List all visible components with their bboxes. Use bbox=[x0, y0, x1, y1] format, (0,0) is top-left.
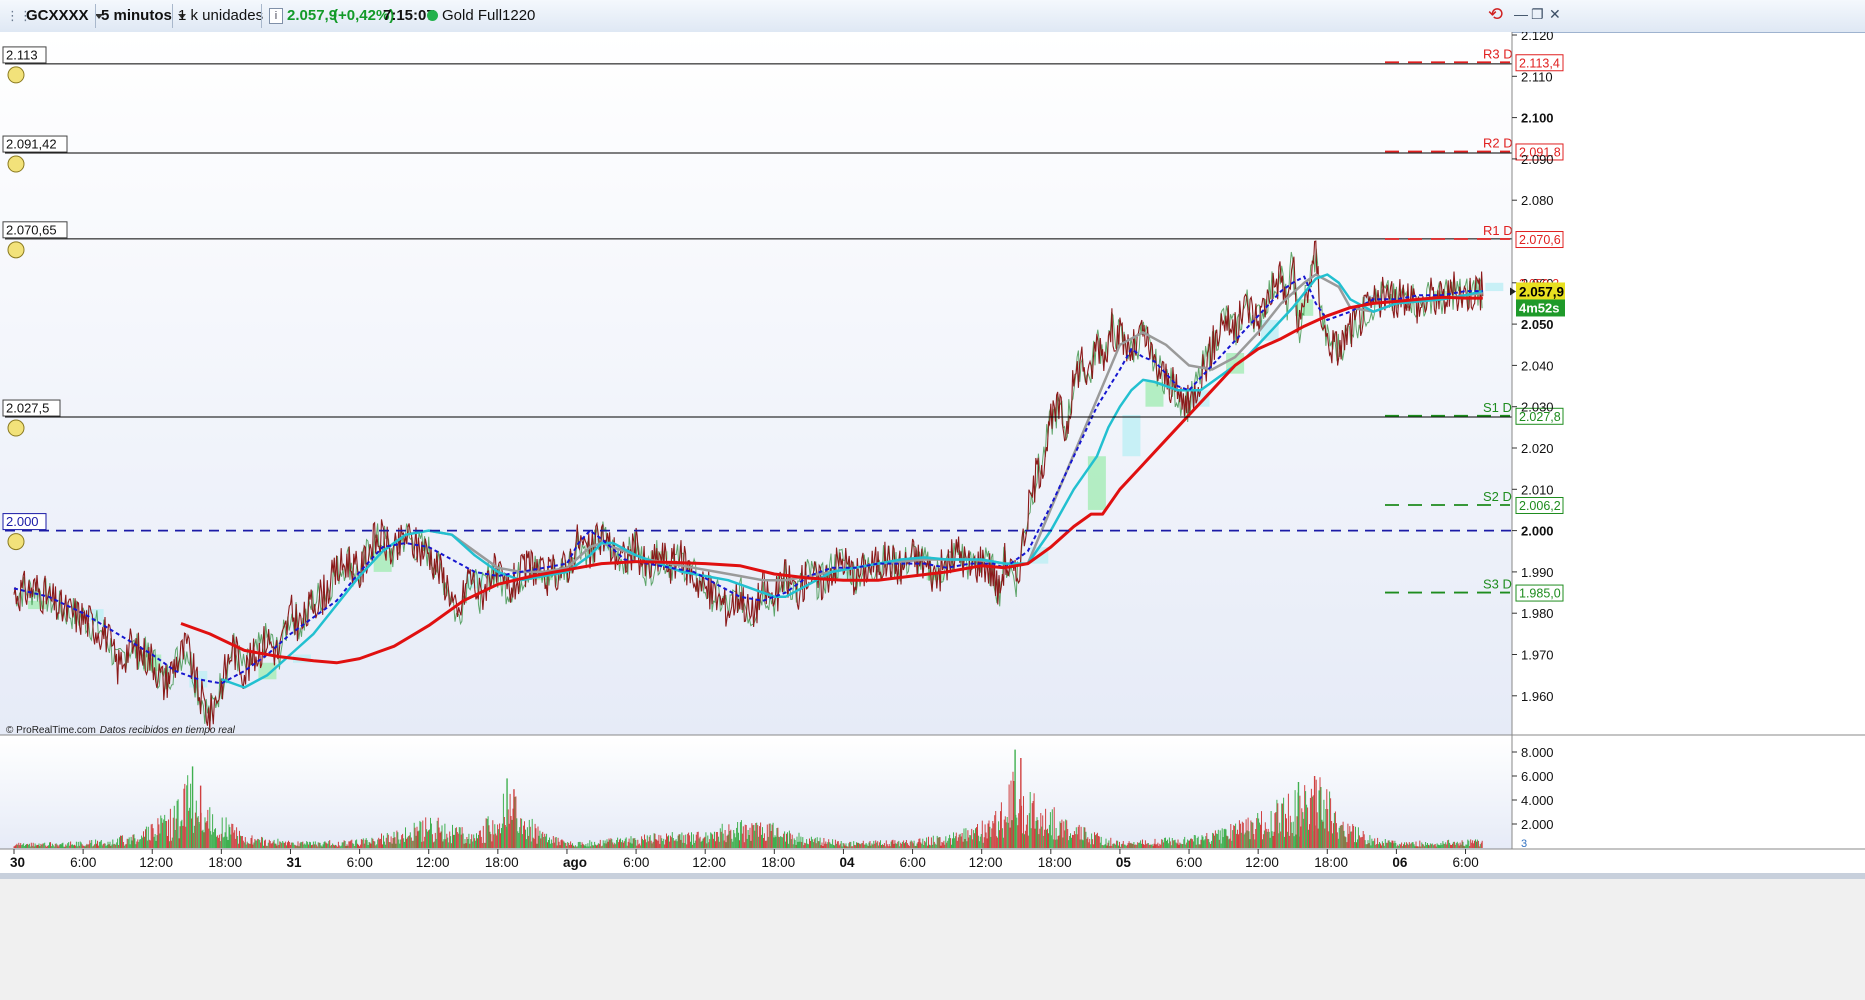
timeframe-selector[interactable]: 5 minutos bbox=[101, 4, 186, 27]
x-tick-label: 06 bbox=[1392, 855, 1408, 870]
bottom-strip bbox=[0, 873, 1865, 1000]
status-dot-icon bbox=[427, 10, 438, 21]
y-tick-label: 1.980 bbox=[1521, 606, 1554, 621]
x-tick-label: 12:00 bbox=[692, 855, 726, 870]
x-tick-label: 6:00 bbox=[70, 855, 96, 870]
timeframe-label: 5 minutos bbox=[101, 7, 172, 24]
volume-partial-tick: 3 bbox=[1521, 838, 1527, 850]
pivot-name: R2 D bbox=[1483, 135, 1513, 150]
bell-alert-icon[interactable] bbox=[7, 155, 25, 173]
cloud-segment bbox=[373, 551, 392, 572]
x-tick-label: 12:00 bbox=[1245, 855, 1279, 870]
cloud-segment bbox=[1145, 381, 1164, 407]
bell-alert-icon[interactable] bbox=[7, 533, 25, 551]
credit-brand: © ProRealTime.com bbox=[6, 725, 96, 736]
horizontal-scrollbar[interactable] bbox=[0, 873, 1865, 879]
pivot-name: R1 D bbox=[1483, 223, 1513, 238]
y-tick-label: 2.010 bbox=[1521, 482, 1554, 497]
y-tick-label: 2.100 bbox=[1521, 111, 1554, 126]
x-tick-label: ago bbox=[563, 855, 587, 870]
y-tick-label: 2.020 bbox=[1521, 441, 1554, 456]
y-tick-label: 2.090 bbox=[1521, 152, 1554, 167]
last-price-badge-label: 2.057,9 bbox=[1519, 284, 1564, 299]
x-tick-label: 6:00 bbox=[900, 855, 926, 870]
x-tick-label: 6:00 bbox=[347, 855, 373, 870]
toolbar: ⋮⋮ GCXXXX 5 minutos 1 k unidades i 2.057… bbox=[0, 0, 1865, 33]
line-label: 2.027,5 bbox=[6, 401, 49, 416]
line-label: 2.070,65 bbox=[6, 222, 57, 237]
feed-name: Gold Full1220 bbox=[442, 7, 536, 24]
x-tick-label: 12:00 bbox=[139, 855, 173, 870]
x-tick-label: 18:00 bbox=[485, 855, 519, 870]
toolbar-divider bbox=[95, 4, 96, 28]
instrument-label: GCXXXX bbox=[26, 7, 89, 24]
bell-alert-icon[interactable] bbox=[7, 241, 25, 259]
restore-icon[interactable]: ❐ bbox=[1531, 6, 1544, 23]
y-tick-label: 2.030 bbox=[1521, 400, 1554, 415]
units-label: 1 k unidades bbox=[178, 7, 264, 24]
pivot-name: S2 D bbox=[1483, 489, 1512, 504]
countdown-label: 4m52s bbox=[1519, 300, 1559, 315]
x-tick-label: 12:00 bbox=[969, 855, 1003, 870]
line-label: 2.091,42 bbox=[6, 137, 57, 152]
volume-y-tick-label: 2.000 bbox=[1521, 817, 1554, 832]
x-tick-label: 18:00 bbox=[208, 855, 242, 870]
x-tick-label: 18:00 bbox=[761, 855, 795, 870]
x-tick-label: 18:00 bbox=[1038, 855, 1072, 870]
x-tick-label: 05 bbox=[1116, 855, 1132, 870]
x-tick-label: 12:00 bbox=[416, 855, 450, 870]
x-tick-label: 30 bbox=[10, 855, 25, 870]
x-tick-label: 31 bbox=[286, 855, 302, 870]
instrument-selector[interactable]: GCXXXX bbox=[26, 4, 103, 27]
bell-alert-icon[interactable] bbox=[7, 66, 25, 84]
price-chart[interactable]: 2.113 2.091,42 2.070,65 2.027,5 2.000 R3 D 2.… bbox=[0, 32, 1865, 1000]
price-panel-bg bbox=[0, 32, 1512, 735]
minimize-icon[interactable]: — bbox=[1514, 6, 1528, 22]
x-tick-label: 18:00 bbox=[1314, 855, 1348, 870]
x-tick-label: 6:00 bbox=[1453, 855, 1479, 870]
volume-y-tick-label: 4.000 bbox=[1521, 793, 1554, 808]
cloud-segment bbox=[1485, 282, 1504, 292]
sync-arrows-icon[interactable]: ⟲ bbox=[1488, 4, 1503, 25]
credit-italic: Datos recibidos en tiempo real bbox=[100, 725, 236, 736]
credit-text: © ProRealTime.com Datos recibidos en tiem… bbox=[6, 725, 236, 736]
units-selector[interactable]: 1 k unidades bbox=[178, 4, 278, 27]
pivot-name: R3 D bbox=[1483, 46, 1513, 61]
info-icon[interactable]: i bbox=[269, 8, 283, 24]
y-tick-label: 2.040 bbox=[1521, 358, 1554, 373]
last-price: 2.057,9 bbox=[287, 7, 338, 24]
close-icon[interactable]: ✕ bbox=[1549, 6, 1561, 23]
volume-y-tick-label: 8.000 bbox=[1521, 745, 1554, 760]
x-tick-label: 04 bbox=[839, 855, 855, 870]
toolbar-divider bbox=[172, 4, 173, 28]
y-tick-label: 2.000 bbox=[1521, 524, 1554, 539]
y-tick-label: 2.120 bbox=[1521, 32, 1554, 43]
pivot-name: S3 D bbox=[1483, 577, 1512, 592]
pivot-name: S1 D bbox=[1483, 400, 1512, 415]
cloud-segment bbox=[1122, 414, 1141, 457]
x-tick-label: 6:00 bbox=[623, 855, 649, 870]
toolbar-divider bbox=[261, 4, 262, 28]
line-label: 2.113 bbox=[6, 47, 38, 62]
y-tick-label: 1.960 bbox=[1521, 689, 1554, 704]
bell-alert-icon[interactable] bbox=[7, 419, 25, 437]
y-tick-label: 1.970 bbox=[1521, 648, 1554, 663]
line-label: 2.000 bbox=[6, 514, 39, 529]
y-tick-label: 1.990 bbox=[1521, 565, 1554, 580]
x-tick-label: 6:00 bbox=[1176, 855, 1202, 870]
y-tick-label: 2.110 bbox=[1521, 69, 1553, 84]
y-tick-label: 2.050 bbox=[1521, 317, 1554, 332]
volume-y-tick-label: 6.000 bbox=[1521, 769, 1554, 784]
y-tick-label: 2.080 bbox=[1521, 193, 1554, 208]
